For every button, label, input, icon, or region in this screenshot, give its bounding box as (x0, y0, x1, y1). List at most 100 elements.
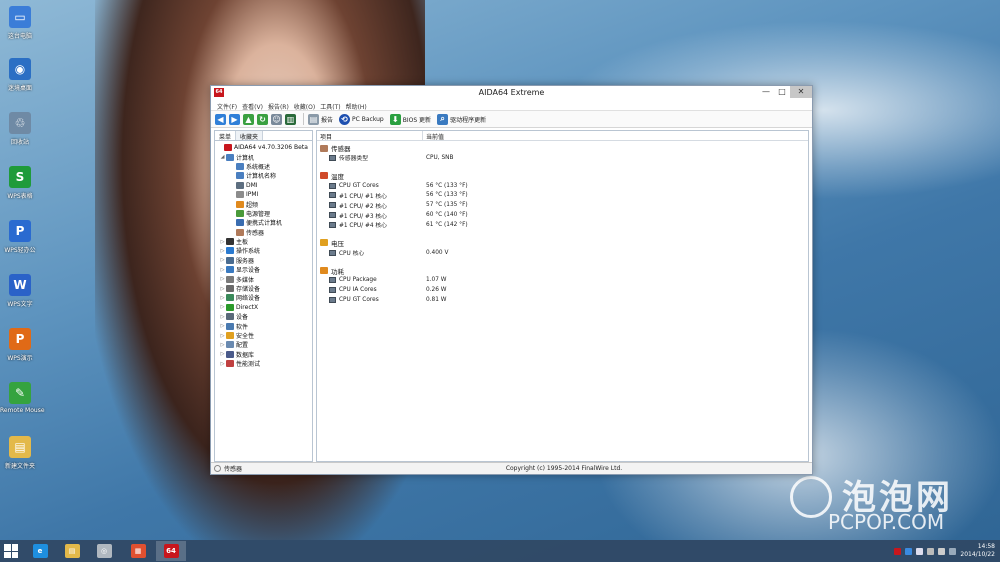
driver-update-button[interactable]: ⌕ 驱动程序更新 (437, 113, 486, 125)
sensor-section: 传感器 传感器类型 CPU, SNB (317, 143, 808, 163)
up-arrow-icon[interactable]: ▲ (243, 113, 254, 125)
expand-arrow-icon[interactable]: ▷ (219, 286, 226, 292)
expand-arrow-icon[interactable]: ▷ (219, 239, 226, 245)
tree-item[interactable]: ▷ 存储设备 (215, 284, 312, 293)
taskbar-app-button[interactable]: ▤ (57, 541, 87, 561)
tree-item[interactable]: ▷ 网络设备 (215, 293, 312, 302)
volume-icon[interactable] (938, 547, 946, 555)
minimize-button[interactable]: — (758, 86, 774, 98)
tree-item[interactable]: ▷ 主板 (215, 237, 312, 246)
tree-item[interactable]: ▷ 数据库 (215, 350, 312, 359)
tree-item[interactable]: AIDA64 v4.70.3206 Beta (215, 143, 312, 152)
expand-arrow-icon[interactable]: ▷ (219, 333, 226, 339)
pc-backup-button[interactable]: ⟲ PC Backup (339, 113, 384, 125)
sensor-row[interactable]: CPU Package 1.07 W (317, 276, 808, 286)
user-icon[interactable]: ☺ (271, 113, 282, 125)
back-arrow-icon[interactable]: ◀ (215, 113, 226, 125)
tree-item[interactable]: ▷ DirectX (215, 303, 312, 312)
tree-item[interactable]: 便携式计算机 (215, 218, 312, 227)
sensor-row[interactable]: CPU GT Cores 0.81 W (317, 295, 808, 305)
maximize-button[interactable]: □ (774, 86, 790, 98)
menu-item[interactable]: 查看(V) (242, 100, 268, 111)
expand-arrow-icon[interactable]: ▷ (219, 248, 226, 254)
tab-menu[interactable]: 菜单 (215, 131, 237, 141)
tree-item[interactable]: ▷ 多媒体 (215, 274, 312, 284)
report-button[interactable]: ▤ 报告 (308, 113, 333, 125)
desktop-shortcut[interactable]: ▤ 新建文件夹 (0, 436, 40, 470)
sensor-row[interactable]: CPU 核心 0.400 V (317, 248, 808, 258)
taskbar-app-button[interactable]: ◎ (89, 541, 119, 561)
desktop-shortcut[interactable]: W WPS文字 (0, 274, 40, 308)
menu-item[interactable]: 工具(T) (320, 100, 345, 111)
tree-item[interactable]: 电源管理 (215, 209, 312, 218)
start-button[interactable] (4, 544, 18, 558)
section-title[interactable]: 温度 (317, 171, 808, 181)
expand-arrow-icon[interactable]: ◢ (219, 154, 226, 160)
sensor-row[interactable]: #1 CPU/ #2 核心 57 °C (135 °F) (317, 200, 808, 210)
expand-arrow-icon[interactable]: ▷ (219, 304, 226, 310)
network-icon[interactable] (927, 547, 935, 555)
sensor-row[interactable]: CPU IA Cores 0.26 W (317, 285, 808, 295)
tree-item[interactable]: ◢ 计算机 (215, 152, 312, 162)
tree-item[interactable]: ▷ 配置 (215, 340, 312, 349)
taskbar-clock[interactable]: 14:58 2014/10/22 (960, 543, 1000, 559)
tree-item[interactable]: ▷ 软件 (215, 321, 312, 331)
expand-arrow-icon[interactable]: ▷ (219, 257, 226, 263)
flag-icon[interactable] (916, 547, 924, 555)
taskbar-app-button[interactable]: 64 (156, 541, 186, 561)
tree-item[interactable]: ▷ 操作系统 (215, 246, 312, 255)
tree-item[interactable]: ▷ 安全性 (215, 331, 312, 340)
aida64-tray-icon[interactable] (894, 547, 902, 555)
tab-favorites[interactable]: 收藏夹 (236, 131, 264, 141)
bios-update-button[interactable]: ⬇ BIOS 更新 (389, 113, 431, 125)
expand-arrow-icon[interactable]: ▷ (219, 323, 226, 329)
tree-item[interactable]: ▷ 服务器 (215, 256, 312, 265)
tree-item[interactable]: IPMI (215, 190, 312, 199)
column-item-header[interactable]: 项目 (317, 131, 423, 141)
taskbar-app-button[interactable]: ▦ (123, 541, 153, 561)
desktop-shortcut[interactable]: P WPS轻办公 (0, 220, 40, 254)
sensor-row[interactable]: CPU GT Cores 56 °C (133 °F) (317, 181, 808, 191)
menu-item[interactable]: 收藏(O) (294, 100, 320, 111)
tree-item[interactable]: ▷ 设备 (215, 312, 312, 321)
tree-item[interactable]: 系统概述 (215, 162, 312, 171)
expand-arrow-icon[interactable]: ▷ (219, 351, 226, 357)
tree-item[interactable]: ▷ 性能测试 (215, 359, 312, 368)
menu-item[interactable]: 文件(F) (217, 100, 242, 111)
expand-arrow-icon[interactable]: ▷ (219, 276, 226, 282)
tree-item[interactable]: DMI (215, 181, 312, 190)
tree-item[interactable]: 传感器 (215, 228, 312, 237)
expand-arrow-icon[interactable]: ▷ (219, 267, 226, 273)
desktop-shortcut[interactable]: P WPS演示 (0, 328, 40, 362)
bluetooth-icon[interactable] (905, 547, 913, 555)
expand-arrow-icon[interactable]: ▷ (219, 295, 226, 301)
refresh-icon[interactable]: ↻ (257, 113, 268, 125)
expand-arrow-icon[interactable]: ▷ (219, 314, 226, 320)
taskbar-app-button[interactable]: e (25, 541, 55, 561)
expand-arrow-icon[interactable]: ▷ (219, 361, 226, 367)
section-title[interactable]: 传感器 (317, 143, 808, 153)
close-button[interactable]: ✕ (790, 86, 812, 98)
desktop-shortcut[interactable]: ▭ 这台电脑 (0, 6, 40, 40)
sensor-row[interactable]: #1 CPU/ #4 核心 61 °C (142 °F) (317, 220, 808, 230)
desktop-shortcut[interactable]: ✎ Remote Mouse (0, 382, 45, 414)
desktop-shortcut[interactable]: S WPS表格 (0, 166, 40, 200)
section-title[interactable]: 电压 (317, 238, 808, 248)
sensor-row[interactable]: 传感器类型 CPU, SNB (317, 153, 808, 163)
sensor-row[interactable]: #1 CPU/ #1 核心 56 °C (133 °F) (317, 191, 808, 201)
menu-item[interactable]: 帮助(H) (346, 100, 372, 111)
column-value-header[interactable]: 当前值 (423, 131, 444, 141)
forward-arrow-icon[interactable]: ▶ (229, 113, 240, 125)
tree-item[interactable]: 超频 (215, 199, 312, 209)
chart-icon[interactable]: ▥ (285, 113, 296, 125)
tree-item[interactable]: 计算机名称 (215, 171, 312, 180)
tree-item[interactable]: ▷ 显示设备 (215, 265, 312, 274)
expand-arrow-icon[interactable]: ▷ (219, 342, 226, 348)
menu-item[interactable]: 报告(R) (268, 100, 294, 111)
desktop-shortcut[interactable]: ♲ 回收站 (0, 112, 40, 146)
desktop-shortcut[interactable]: ◉ 迷境桌面 (0, 58, 40, 92)
section-title[interactable]: 功耗 (317, 266, 808, 276)
title-bar[interactable]: 64 AIDA64 Extreme — □ ✕ (211, 86, 812, 100)
keyboard-icon[interactable] (949, 547, 957, 555)
sensor-row[interactable]: #1 CPU/ #3 核心 60 °C (140 °F) (317, 210, 808, 220)
